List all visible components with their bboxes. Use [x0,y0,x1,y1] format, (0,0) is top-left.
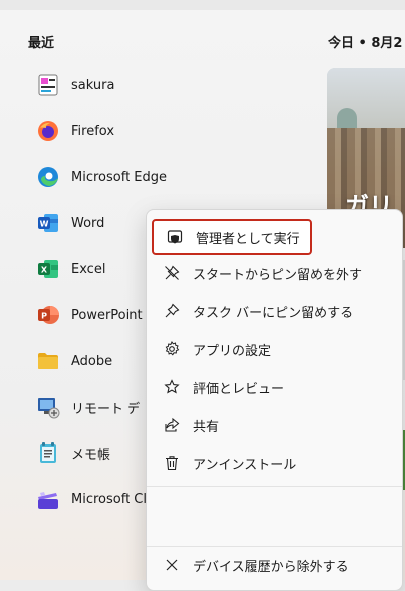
menu-item-label: スタートからピン留めを外す [193,267,363,283]
menu-item-run-as-admin[interactable]: 管理者として実行 [152,219,312,255]
news-image-dome [337,108,357,128]
recent-section-title: 最近 [28,36,55,51]
close-icon [164,557,180,573]
menu-item-label: 共有 [193,419,220,435]
svg-text:P: P [41,312,47,321]
shield-icon [167,229,183,245]
app-item-firefox[interactable]: Firefox [36,108,336,154]
menu-separator [147,486,402,487]
firefox-icon [36,119,60,143]
folder-icon [36,349,60,373]
top-strip [0,0,405,10]
menu-item-rate-review[interactable]: 評価とレビュー [151,369,398,405]
gear-icon [164,341,180,357]
app-label: PowerPoint [71,307,143,323]
trash-icon [164,455,180,471]
app-label: Adobe [71,353,113,369]
menu-item-label: アンインストール [193,457,297,473]
menu-item-app-settings[interactable]: アプリの設定 [151,331,398,367]
menu-item-label: デバイス履歴から除外する [193,559,349,575]
svg-text:W: W [40,220,49,229]
app-item-sakura[interactable]: sakura [36,62,336,108]
word-icon: W [36,211,60,235]
menu-item-unpin-start[interactable]: スタートからピン留めを外す [151,255,398,291]
menu-item-pin-taskbar[interactable]: タスク バーにピン留めする [151,293,398,329]
remote-desktop-icon [36,395,60,419]
context-menu: 管理者として実行 スタートからピン留めを外す タスク バーにピン留めする アプリ… [146,209,403,591]
menu-item-label: 評価とレビュー [193,381,285,397]
app-label: メモ帳 [71,447,111,463]
app-label: リモート デ [71,401,141,417]
share-icon [164,417,180,433]
app-label: sakura [71,77,115,93]
app-label: Firefox [71,123,115,139]
excel-icon: X [36,257,60,281]
notepad-icon [36,441,60,465]
app-label: Microsoft Cl [71,491,147,507]
svg-text:X: X [41,266,48,275]
powerpoint-icon: P [36,303,60,327]
menu-item-label: タスク バーにピン留めする [193,305,354,321]
menu-item-remove-from-history[interactable]: デバイス履歴から除外する [151,547,398,583]
widgets-date-label: 今日 • 8月2 [328,36,403,51]
menu-item-label: アプリの設定 [193,343,272,359]
edge-icon [36,165,60,189]
pin-icon [164,303,180,319]
app-label: Microsoft Edge [71,169,168,185]
app-label: Excel [71,261,106,277]
clipchamp-icon [36,487,60,511]
menu-item-share[interactable]: 共有 [151,407,398,443]
star-icon [164,379,180,395]
menu-item-label: 管理者として実行 [196,231,300,247]
unpin-icon [164,265,180,281]
menu-item-uninstall[interactable]: アンインストール [151,445,398,481]
app-item-edge[interactable]: Microsoft Edge [36,154,336,200]
sakura-editor-icon [36,73,60,97]
app-label: Word [71,215,105,231]
